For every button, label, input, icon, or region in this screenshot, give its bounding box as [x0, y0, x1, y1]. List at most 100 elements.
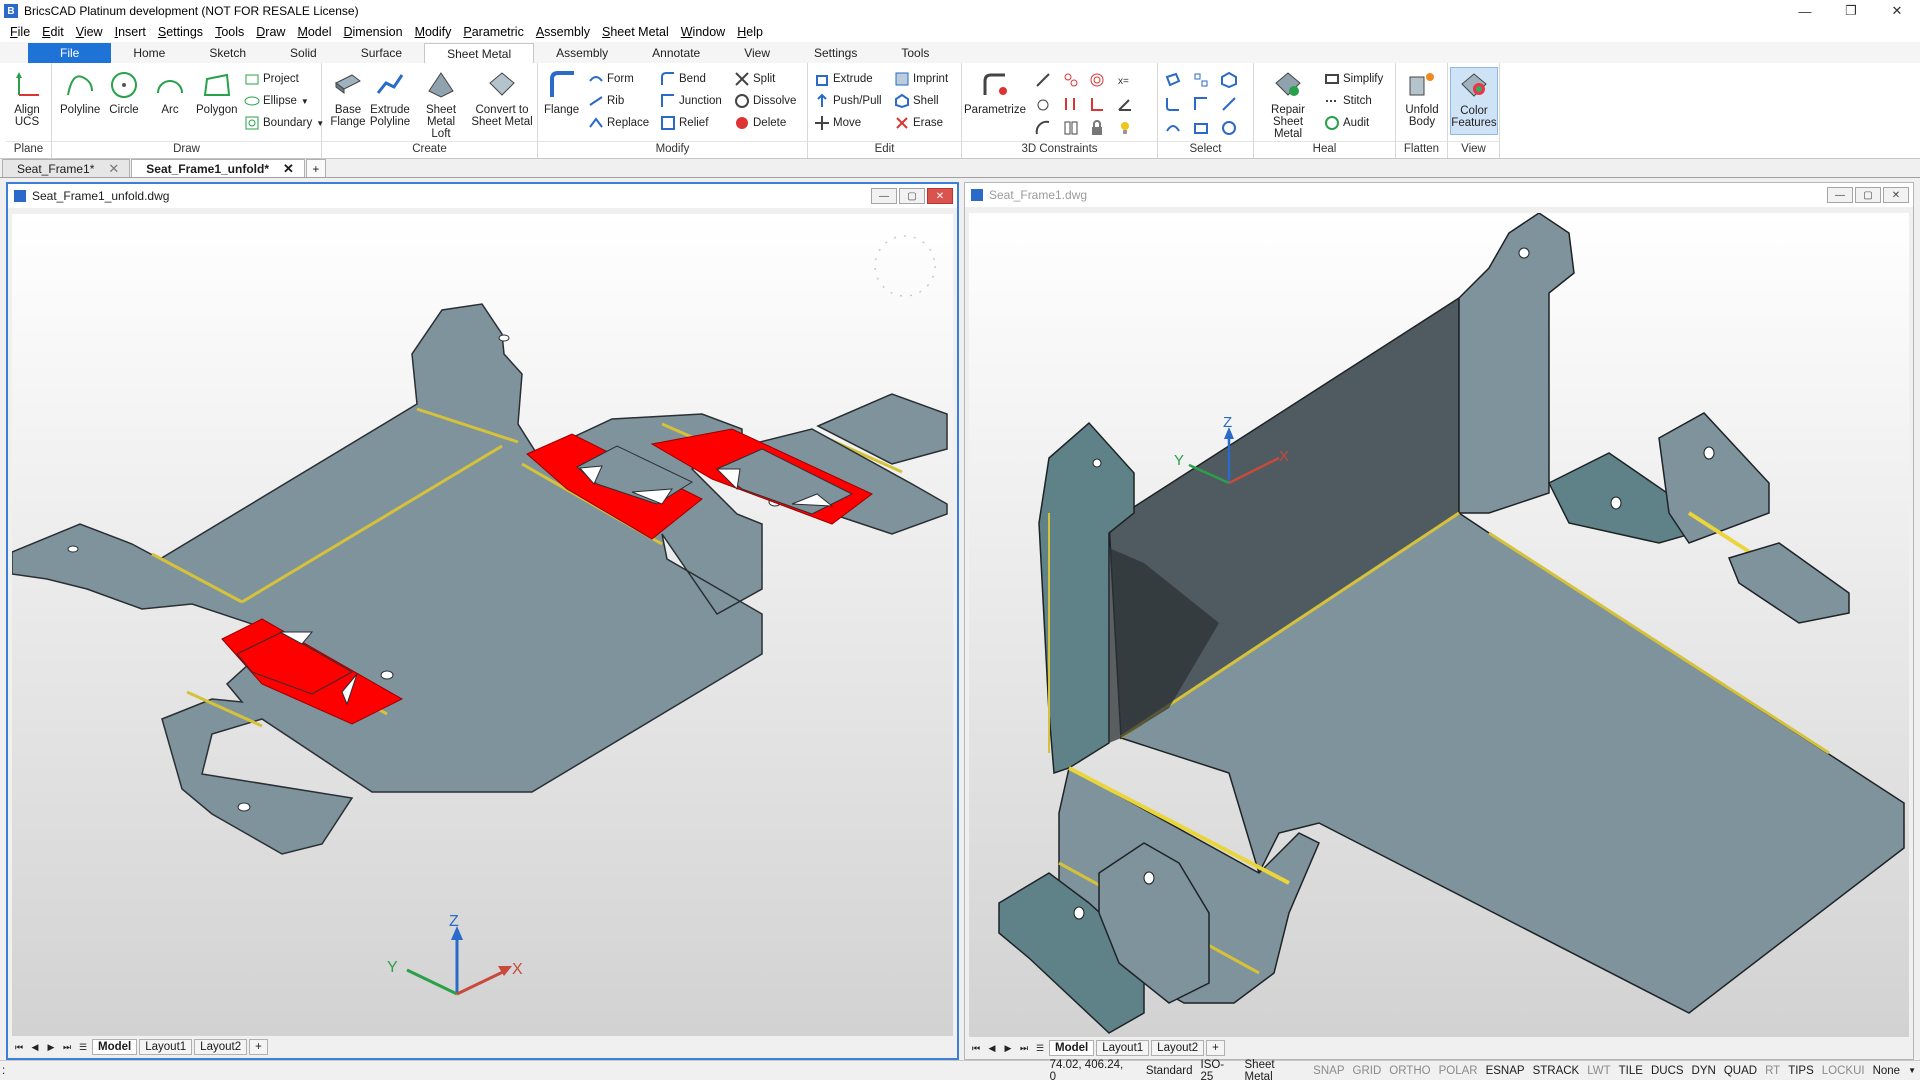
constraint-fix-icon[interactable]: [1034, 71, 1052, 89]
flange-button[interactable]: Flange: [544, 69, 579, 116]
select-holes-icon[interactable]: [1220, 119, 1238, 137]
first-layout-icon[interactable]: ⏮: [12, 1040, 26, 1054]
polygon-button[interactable]: Polygon: [196, 69, 238, 116]
status-dim-style[interactable]: ISO-25: [1197, 1059, 1241, 1080]
chevron-down-icon[interactable]: ▼: [301, 97, 309, 106]
menu-window[interactable]: Window: [675, 25, 731, 39]
constraint-tangent-icon[interactable]: [1034, 95, 1052, 113]
boundary-button[interactable]: Boundary ▼: [244, 113, 324, 133]
model-viewport-left[interactable]: Z Y X: [12, 214, 953, 1036]
add-layout-button[interactable]: +: [1206, 1040, 1225, 1056]
status-dyn[interactable]: DYN: [1688, 1065, 1720, 1077]
select-junctions-icon[interactable]: [1192, 95, 1210, 113]
layout-tab-model[interactable]: Model: [1049, 1040, 1095, 1056]
status-workspace[interactable]: Sheet Metal: [1241, 1059, 1310, 1080]
close-icon[interactable]: ✕: [108, 161, 119, 177]
bend-button[interactable]: Bend: [660, 69, 706, 89]
status-tile[interactable]: TILE: [1615, 1065, 1647, 1077]
shell-button[interactable]: Shell: [894, 91, 939, 111]
status-ortho[interactable]: ORTHO: [1385, 1065, 1434, 1077]
replace-button[interactable]: Replace: [588, 113, 649, 133]
tab-surface[interactable]: Surface: [339, 43, 424, 63]
unfold-body-button[interactable]: Unfold Body: [1402, 69, 1442, 128]
maximize-button[interactable]: ▢: [1855, 187, 1881, 203]
layout-tab-model[interactable]: Model: [92, 1039, 138, 1055]
status-lockui[interactable]: LOCKUI: [1818, 1065, 1869, 1077]
status-tips[interactable]: TIPS: [1784, 1065, 1818, 1077]
arc-button[interactable]: Arc: [154, 69, 186, 116]
minimize-button[interactable]: —: [1782, 0, 1828, 22]
tab-tools[interactable]: Tools: [879, 43, 951, 63]
close-button[interactable]: ✕: [1883, 187, 1909, 203]
junction-button[interactable]: Junction: [660, 91, 722, 111]
status-esnap[interactable]: ESNAP: [1482, 1065, 1529, 1077]
erase-button[interactable]: Erase: [894, 113, 943, 133]
tab-solid[interactable]: Solid: [268, 43, 339, 63]
constraint-radius-icon[interactable]: [1034, 119, 1052, 137]
select-solid-icon[interactable]: [1220, 71, 1238, 89]
parametrize-button[interactable]: Parametrize: [964, 69, 1026, 116]
repair-sheet-metal-button[interactable]: Repair Sheet Metal: [1258, 69, 1318, 140]
menu-modify[interactable]: Modify: [409, 25, 458, 39]
extrude-polyline-button[interactable]: Extrude Polyline: [370, 69, 410, 128]
convert-to-sheet-metal-button[interactable]: Convert to Sheet Metal: [470, 69, 534, 128]
circle-button[interactable]: Circle: [108, 69, 140, 116]
tab-settings[interactable]: Settings: [792, 43, 879, 63]
status-lwt[interactable]: LWT: [1583, 1065, 1614, 1077]
menu-assembly[interactable]: Assembly: [530, 25, 596, 39]
minimize-button[interactable]: —: [1827, 187, 1853, 203]
split-button[interactable]: Split: [734, 69, 775, 89]
menu-settings[interactable]: Settings: [152, 25, 209, 39]
select-similar-icon[interactable]: [1192, 71, 1210, 89]
add-layout-button[interactable]: +: [249, 1039, 268, 1055]
constraint-distance-icon[interactable]: x=: [1116, 71, 1134, 89]
base-flange-button[interactable]: Base Flange: [328, 69, 368, 128]
constraint-parallel-icon[interactable]: [1062, 95, 1080, 113]
polyline-button[interactable]: Polyline: [60, 69, 100, 116]
layout-tab-layout2[interactable]: Layout2: [1151, 1040, 1205, 1056]
constraint-bulb-icon[interactable]: [1116, 119, 1134, 137]
next-layout-icon[interactable]: ▶: [44, 1040, 58, 1054]
model-viewport-right[interactable]: Z Y X: [969, 213, 1909, 1037]
menu-dimension[interactable]: Dimension: [338, 25, 409, 39]
minimize-button[interactable]: —: [871, 188, 897, 204]
sheet-metal-loft-button[interactable]: Sheet Metal Loft: [416, 69, 466, 140]
extrude-button[interactable]: Extrude: [814, 69, 873, 89]
status-grid[interactable]: GRID: [1349, 1065, 1386, 1077]
status-selection-filter[interactable]: None: [1869, 1065, 1905, 1077]
new-tab-button[interactable]: +: [305, 159, 326, 177]
menu-insert[interactable]: Insert: [109, 25, 152, 39]
menu-parametric[interactable]: Parametric: [457, 25, 529, 39]
menu-model[interactable]: Model: [291, 25, 337, 39]
delete-button[interactable]: Delete: [734, 113, 786, 133]
tab-view[interactable]: View: [722, 43, 792, 63]
layout-list-icon[interactable]: ☰: [76, 1040, 90, 1054]
rib-button[interactable]: Rib: [588, 91, 624, 111]
tab-sheet-metal[interactable]: Sheet Metal: [424, 43, 535, 63]
layout-tab-layout1[interactable]: Layout1: [1096, 1040, 1150, 1056]
select-flanges-icon[interactable]: [1164, 119, 1182, 137]
push-pull-button[interactable]: Push/Pull: [814, 91, 882, 111]
stitch-button[interactable]: Stitch: [1324, 91, 1372, 111]
select-features-icon[interactable]: [1220, 95, 1238, 113]
menu-draw[interactable]: Draw: [250, 25, 291, 39]
constraint-concentric-icon[interactable]: [1088, 71, 1106, 89]
last-layout-icon[interactable]: ⏭: [60, 1040, 74, 1054]
prev-layout-icon[interactable]: ◀: [985, 1041, 999, 1055]
restore-button[interactable]: ❐: [1828, 0, 1874, 22]
status-text-style[interactable]: Standard: [1142, 1065, 1197, 1077]
constraint-angle-icon[interactable]: [1116, 95, 1134, 113]
status-quad[interactable]: QUAD: [1720, 1065, 1761, 1077]
constraint-perpendicular-icon[interactable]: [1088, 95, 1106, 113]
tab-annotate[interactable]: Annotate: [630, 43, 722, 63]
move-button[interactable]: Move: [814, 113, 861, 133]
first-layout-icon[interactable]: ⏮: [969, 1041, 983, 1055]
menu-view[interactable]: View: [70, 25, 109, 39]
menu-tools[interactable]: Tools: [209, 25, 250, 39]
constraint-symmetric-icon[interactable]: [1062, 119, 1080, 137]
select-faces-icon[interactable]: [1164, 71, 1182, 89]
view-navigation-ring[interactable]: [874, 235, 936, 297]
menu-edit[interactable]: Edit: [36, 25, 70, 39]
menu-sheet-metal[interactable]: Sheet Metal: [596, 25, 675, 39]
tab-file[interactable]: File: [28, 43, 112, 63]
